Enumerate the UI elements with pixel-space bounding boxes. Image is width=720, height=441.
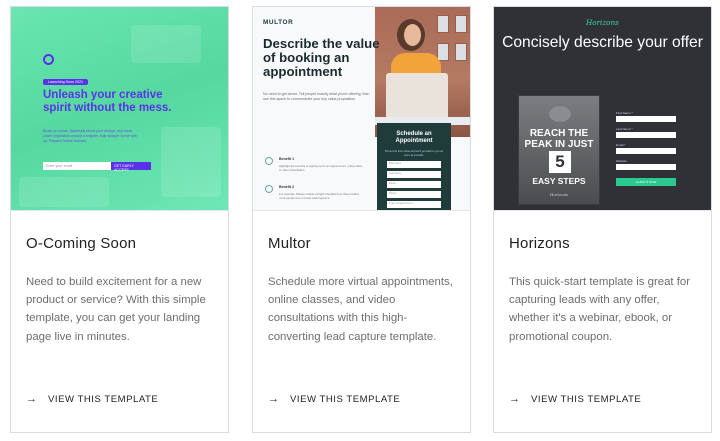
benefit-copy: Highlight the benefits of signing up for… (279, 164, 363, 172)
field-label: Last Name * (616, 127, 633, 131)
arrow-right-icon: → (268, 393, 280, 405)
template-thumbnail[interactable]: Launching Soon 2021 Unleash your creativ… (11, 7, 228, 211)
building-window (437, 43, 449, 61)
form-field (616, 116, 676, 122)
form-field (616, 148, 676, 154)
card-description: This quick-start template is great for c… (509, 276, 691, 343)
thumbnail-headline: Unleash your creative spirit without the… (43, 89, 172, 114)
horizons-logo: Horizons (586, 18, 619, 27)
benefit-copy: For example, Please include a bright che… (279, 192, 360, 200)
form-field: First name (387, 161, 441, 168)
appointment-form: Schedule an Appointment Fill out the for… (377, 123, 451, 210)
form-field: Last Name (387, 171, 441, 178)
view-template-link[interactable]: → VIEW THIS TEMPLATE (26, 393, 158, 405)
field-label: First Name * (616, 111, 633, 115)
person-face (404, 24, 421, 46)
thumbnail-email-field: Enter your email (43, 162, 111, 170)
ebook-number: 5 (549, 151, 571, 173)
form-description: Fill out the form below and we'll get ba… (385, 150, 443, 157)
template-grid: Launching Soon 2021 Unleash your creativ… (0, 0, 720, 441)
template-thumbnail[interactable]: Horizons Concisely describe your offer R… (494, 7, 711, 211)
laptop-illustration (386, 73, 448, 119)
template-card-o-coming-soon[interactable]: Launching Soon 2021 Unleash your creativ… (10, 6, 229, 433)
benefit-title: Benefit 2 (279, 185, 295, 189)
building-window (455, 15, 467, 33)
building-window (437, 15, 449, 33)
thumbnail-subtext: No need to get clever. Tell people exact… (263, 92, 370, 101)
background-decoration (131, 25, 201, 63)
claim-button: CLAIM IT NOW (616, 178, 676, 186)
arrow-right-icon: → (26, 393, 38, 405)
field-label: Website (616, 159, 627, 163)
background-decoration (19, 177, 109, 207)
launch-badge: Launching Soon 2021 (43, 79, 88, 85)
thumbnail-headline: Describe the value of booking an appoint… (263, 36, 380, 80)
view-template-label: VIEW THIS TEMPLATE (290, 393, 401, 405)
card-title: Multor (268, 235, 311, 252)
template-card-multor[interactable]: MULTOR Describe the value of booking an … (252, 6, 471, 433)
multor-logo: MULTOR (263, 19, 294, 26)
form-field (616, 164, 676, 170)
view-template-label: VIEW THIS TEMPLATE (48, 393, 159, 405)
thumbnail-copy: Brush on colors, flawlessly blend your d… (43, 129, 137, 143)
view-template-link[interactable]: → VIEW THIS TEMPLATE (509, 393, 641, 405)
form-field (616, 132, 676, 138)
form-title: Schedule an Appointment (395, 131, 433, 144)
field-label: Email * (616, 143, 626, 147)
thumbnail-headline: Concisely describe your offer (502, 34, 703, 51)
form-field: Email (387, 181, 441, 188)
ebook-brand: Horizons (549, 192, 569, 197)
form-field: Phone (387, 191, 441, 198)
card-title: Horizons (509, 235, 570, 252)
view-template-link[interactable]: → VIEW THIS TEMPLATE (268, 393, 400, 405)
template-card-horizons[interactable]: Horizons Concisely describe your offer R… (493, 6, 712, 433)
ebook-cover: REACH THE PEAK IN JUST 5 EASY STEPS Hori… (518, 95, 600, 205)
card-title: O-Coming Soon (26, 235, 137, 252)
template-thumbnail[interactable]: MULTOR Describe the value of booking an … (253, 7, 470, 211)
brand-logo-icon (43, 54, 54, 65)
ebook-title: REACH THE PEAK IN JUST (524, 128, 594, 150)
thumbnail-access-button: GET EARLY ACCESS (111, 162, 151, 172)
background-decoration (161, 127, 221, 197)
view-template-label: VIEW THIS TEMPLATE (531, 393, 642, 405)
card-description: Schedule more virtual appointments, onli… (268, 276, 453, 343)
benefit-icon (265, 157, 273, 165)
card-description: Need to build excitement for a new produ… (26, 276, 206, 343)
mountain-icon (549, 106, 571, 122)
building-window (455, 43, 467, 61)
arrow-right-icon: → (509, 393, 521, 405)
ebook-subtitle: EASY STEPS (532, 176, 586, 186)
benefit-icon (265, 185, 273, 193)
benefit-title: Benefit 1 (279, 157, 295, 161)
form-field: Type of Appointment (387, 201, 441, 208)
